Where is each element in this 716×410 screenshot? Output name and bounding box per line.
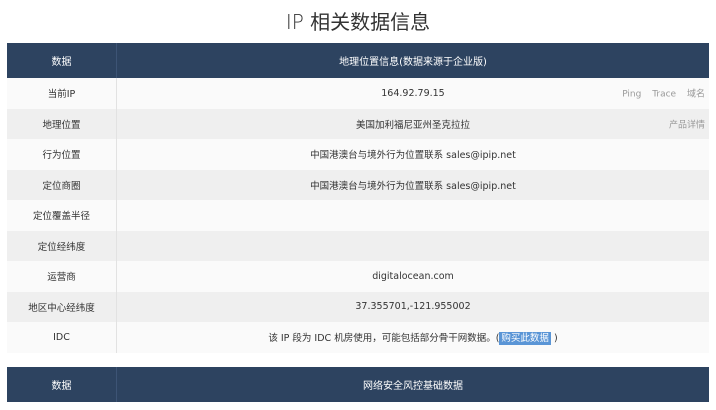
row-value: 美国加利福尼亚州圣克拉拉 — [355, 119, 470, 131]
table-row: IDC 该 IP 段为 IDC 机房使用，可能包括部分骨干网数据。(购买此数据 … — [7, 322, 709, 353]
domain-link[interactable]: 域名 — [687, 90, 705, 100]
row-label: 地理位置 — [7, 108, 117, 139]
row-value: digitalocean.com — [116, 261, 709, 292]
row-label: 定位覆盖半径 — [7, 200, 117, 231]
table-row: 行为位置 中国港澳台与境外行为位置联系 sales@ipip.net — [7, 139, 709, 170]
ip-value: 164.92.79.15 — [381, 87, 445, 99]
row-label: IDC — [7, 322, 117, 353]
header-data: 数据 — [7, 367, 117, 402]
row-label: 当前IP — [7, 78, 117, 109]
table-row: 定位覆盖半径 — [7, 200, 709, 231]
table-row: 地理位置 美国加利福尼亚州圣克拉拉 产品详情 — [7, 108, 709, 139]
row-label: 运营商 — [7, 261, 117, 292]
row-label: 定位商圈 — [7, 169, 117, 200]
header-geo: 地理位置信息(数据来源于企业版) — [116, 43, 709, 78]
page-title: IP 相关数据信息 — [285, 10, 431, 34]
table-row: 定位经纬度 — [7, 230, 709, 261]
security-data-table: 数据 网络安全风控基础数据 — [7, 367, 709, 402]
row-label: 行为位置 — [7, 139, 117, 170]
product-details-link[interactable]: 产品详情 — [669, 120, 705, 130]
row-label: 地区中心经纬度 — [7, 291, 117, 322]
ping-link[interactable]: Ping — [622, 90, 641, 100]
geo-info-table: 数据 地理位置信息(数据来源于企业版) 当前IP 164.92.79.15 Pi… — [7, 43, 709, 353]
table-header: 数据 地理位置信息(数据来源于企业版) — [7, 43, 709, 78]
row-value: 37.355701,-121.955002 — [116, 291, 709, 322]
table-row: 运营商 digitalocean.com — [7, 261, 709, 292]
row-value-suffix: ) — [550, 333, 558, 345]
table-row: 定位商圈 中国港澳台与境外行为位置联系 sales@ipip.net — [7, 169, 709, 200]
row-label: 定位经纬度 — [7, 230, 117, 261]
row-value — [116, 200, 709, 231]
table-row: 地区中心经纬度 37.355701,-121.955002 — [7, 291, 709, 322]
header-data: 数据 — [7, 43, 117, 78]
table-header: 数据 网络安全风控基础数据 — [7, 367, 709, 402]
table-row: 当前IP 164.92.79.15 Ping Trace 域名 — [7, 78, 709, 109]
header-security: 网络安全风控基础数据 — [116, 367, 709, 402]
row-value: 中国港澳台与境外行为位置联系 sales@ipip.net — [116, 169, 709, 200]
buy-data-link[interactable]: 购买此数据 — [499, 332, 551, 346]
trace-link[interactable]: Trace — [652, 90, 676, 100]
row-value — [116, 230, 709, 261]
row-value: 中国港澳台与境外行为位置联系 sales@ipip.net — [116, 139, 709, 170]
row-value: 该 IP 段为 IDC 机房使用，可能包括部分骨干网数据。( — [268, 333, 500, 345]
